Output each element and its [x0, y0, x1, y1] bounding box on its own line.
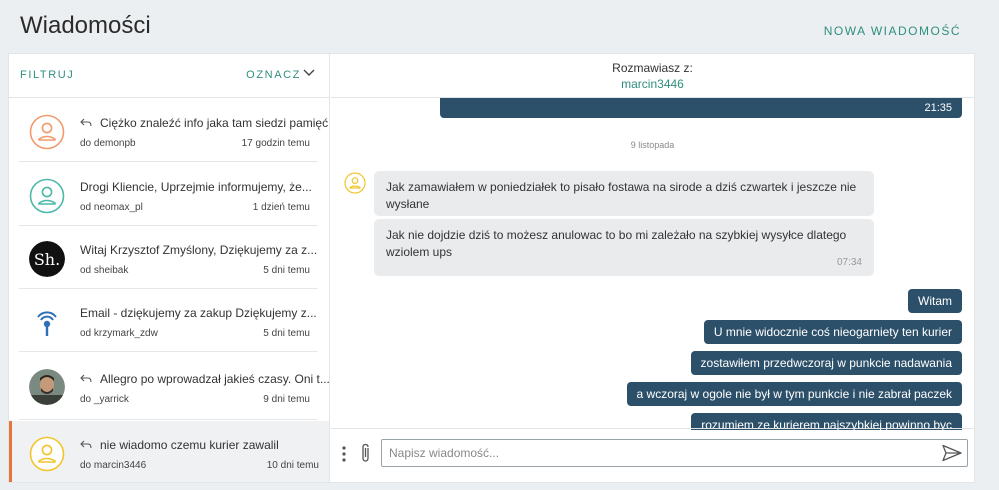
user-avatar-icon	[29, 114, 65, 150]
outgoing-message: 21:35	[440, 98, 962, 118]
conversation-item-active[interactable]: nie wiadomo czemu kurier zawalil do marc…	[9, 421, 329, 482]
outgoing-message: a wczoraj w ogole nie był w tym punkcie …	[626, 382, 962, 406]
reply-icon	[80, 118, 92, 127]
chat-with-label: Rozmawiasz z:	[612, 61, 693, 75]
conversation-item[interactable]: Sh. Witaj Krzysztof Zmyślony, Dziękujemy…	[19, 226, 318, 289]
date-separator: 9 listopada	[630, 140, 675, 150]
conversation-item[interactable]: Allegro po wprowadzał jakieś czasy. Oni …	[19, 352, 329, 420]
conversation-time: 1 dzień temu	[252, 202, 310, 213]
conversation-time: 9 dni temu	[263, 394, 310, 405]
new-message-button[interactable]: NOWA WIADOMOŚĆ	[824, 24, 961, 38]
chat-username-link[interactable]: marcin3446	[331, 77, 974, 91]
conversation-sender: od sheibak	[80, 265, 129, 276]
chevron-down-icon[interactable]	[303, 68, 315, 78]
conversation-item[interactable]: Email - dziękujemy za zakup Dziękujemy z…	[19, 289, 318, 352]
incoming-message: Jak zamawiałem w poniedziałek to pisało …	[374, 171, 874, 216]
conversation-item[interactable]: Ciężko znaleźć info jaka tam siedzi pami…	[19, 99, 329, 162]
message-input[interactable]	[381, 439, 968, 467]
outgoing-message: Witam	[908, 289, 962, 313]
user-photo-avatar	[29, 369, 65, 405]
list-toolbar: FILTRUJ OZNACZ	[9, 54, 329, 98]
conversation-time: 17 godzin temu	[241, 138, 310, 149]
message-time: 07:34	[836, 257, 862, 268]
chat-pane: Rozmawiasz z: marcin3446 21:35 9 listopa…	[331, 54, 974, 482]
conversation-time: 10 dni temu	[266, 460, 319, 471]
conversation-preview: Witaj Krzysztof Zmyślony, Dziękujemy za …	[80, 243, 318, 257]
svg-text:Sh.: Sh.	[34, 250, 60, 269]
mark-dropdown[interactable]: OZNACZ	[246, 69, 301, 81]
conversation-time: 5 dni temu	[263, 265, 310, 276]
outgoing-message: U mnie widocznie coś nieogarniety ten ku…	[703, 320, 962, 344]
message-composer	[331, 428, 974, 482]
user-avatar-icon	[344, 172, 366, 194]
conversation-sender: do demonpb	[80, 138, 136, 149]
user-avatar-icon	[29, 178, 65, 214]
chat-header: Rozmawiasz z: marcin3446	[331, 54, 974, 98]
broadcast-logo-avatar	[29, 304, 65, 340]
message-time: 21:35	[924, 102, 952, 114]
page-title: Wiadomości	[20, 12, 151, 39]
messages-panel: FILTRUJ OZNACZ Ciężko znaleźć info jaka …	[8, 53, 975, 483]
more-options-icon[interactable]	[341, 444, 347, 464]
outgoing-message: zostawiłem przedwczoraj w punkcie nadawa…	[690, 351, 962, 375]
conversation-preview: nie wiadomo czemu kurier zawalil	[80, 438, 279, 452]
conversation-preview: Ciężko znaleźć info jaka tam siedzi pami…	[80, 116, 329, 130]
conversation-list: FILTRUJ OZNACZ Ciężko znaleźć info jaka …	[9, 54, 330, 482]
attachment-icon[interactable]	[359, 443, 373, 463]
conversation-sender: do marcin3446	[80, 460, 147, 471]
sheibak-logo-avatar: Sh.	[29, 241, 65, 277]
message-thread[interactable]: 21:35 9 listopada Jak zamawiałem w ponie…	[331, 98, 974, 430]
reply-icon	[80, 440, 92, 449]
conversation-sender: od neomax_pl	[80, 202, 143, 213]
conversation-item[interactable]: Drogi Kliencie, Uprzejmie informujemy, ż…	[19, 163, 318, 226]
conversation-preview: Allegro po wprowadzał jakieś czasy. Oni …	[80, 372, 329, 386]
reply-icon	[80, 374, 92, 383]
conversation-preview: Drogi Kliencie, Uprzejmie informujemy, ż…	[80, 180, 312, 194]
incoming-message: Jak nie dojdzie dziś to możesz anulowac …	[374, 219, 874, 276]
user-avatar-icon	[29, 436, 65, 472]
filter-button[interactable]: FILTRUJ	[20, 69, 74, 81]
conversation-time: 5 dni temu	[263, 328, 310, 339]
conversation-preview: Email - dziękujemy za zakup Dziękujemy z…	[80, 306, 317, 320]
send-icon[interactable]	[942, 444, 962, 462]
conversation-sender: do _yarrick	[80, 394, 129, 405]
conversation-sender: od krzymark_zdw	[80, 328, 158, 339]
